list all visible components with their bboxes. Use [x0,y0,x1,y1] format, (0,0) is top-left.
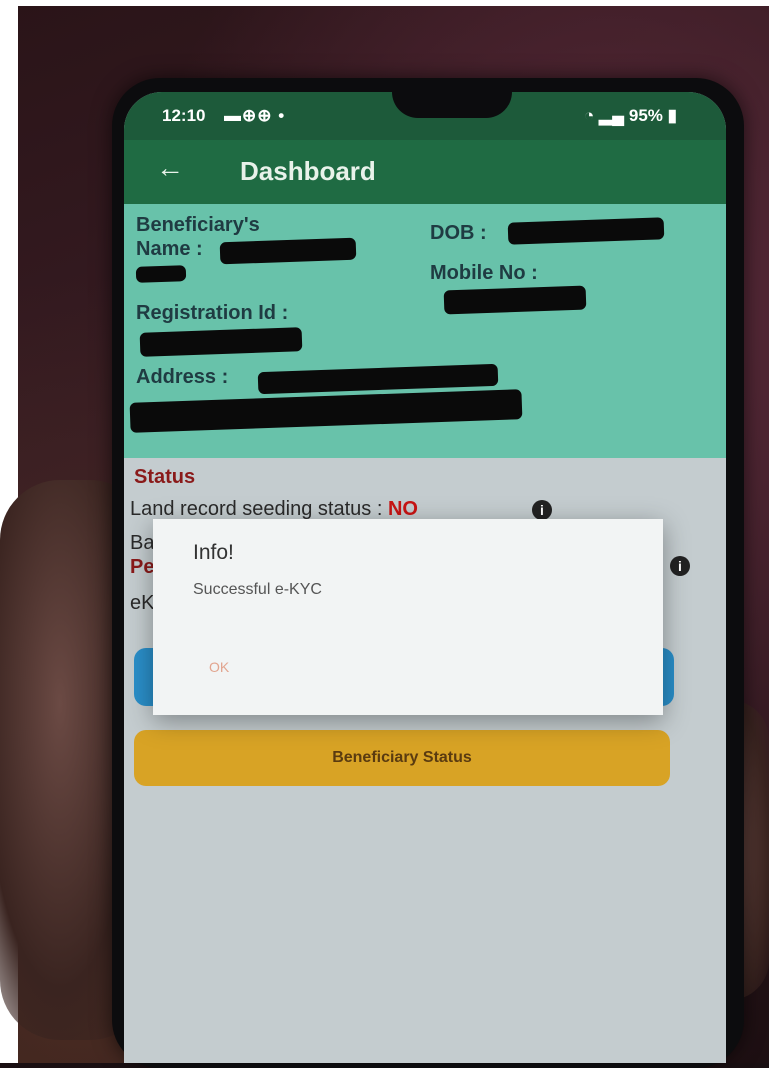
notification-icons: ▬⊕⊕ • [224,106,286,125]
dialog-message: Successful e-KYC [193,581,322,598]
address-redaction-2 [129,389,523,433]
mobile-label: Mobile No : [430,262,538,284]
status-bar: 12:10 ▬⊕⊕ • ◔ ▂▄ 95% ▮ [124,92,726,140]
name-redaction [219,237,357,265]
name-label-line1: Beneficiary's [136,214,260,236]
back-arrow-icon[interactable]: ← [156,152,184,184]
info-dialog: Info! Successful e-KYC OK [153,519,663,715]
land-record-row: Land record seeding status : NO [130,498,418,521]
status-row-3-prefix: Pe [130,556,155,578]
address-label: Address : [136,366,229,388]
land-record-info-icon[interactable]: i [532,500,552,520]
beneficiary-info-card: Beneficiary's Name : DOB : Mobile No : R… [124,204,726,458]
app-bar: ← Dashboard [124,140,726,204]
registration-label: Registration Id : [136,302,289,324]
ok-button[interactable]: OK [209,659,229,675]
status-time: 12:10 [162,106,206,125]
wifi-icon: ◔ [584,106,595,125]
registration-redaction [139,327,303,357]
status-row-4-prefix: eK [130,592,155,614]
signal-icon: ▂▄ [599,106,625,125]
status-title: Status [134,466,196,488]
land-record-value: NO [387,498,418,520]
name-label-line2: Name : [136,238,203,260]
dob-redaction [507,217,665,245]
dob-label: DOB : [430,222,487,244]
status-row-2-prefix: Ba [130,532,155,554]
beneficiary-status-button[interactable]: Beneficiary Status [134,730,670,786]
battery-icon: ▮ [667,106,677,125]
name-redaction-2 [135,265,187,283]
land-record-label: Land record seeding status : [130,498,383,520]
signal-battery: ◔ ▂▄ 95% ▮ [584,106,677,126]
page-title: Dashboard [240,156,376,186]
address-redaction-1 [257,363,499,395]
camera-notch [392,92,512,118]
mobile-redaction [443,285,587,315]
dialog-title: Info! [193,541,234,564]
battery-percent: 95% [628,106,663,125]
frame-border-top [0,0,769,6]
row-info-icon[interactable]: i [670,556,690,576]
